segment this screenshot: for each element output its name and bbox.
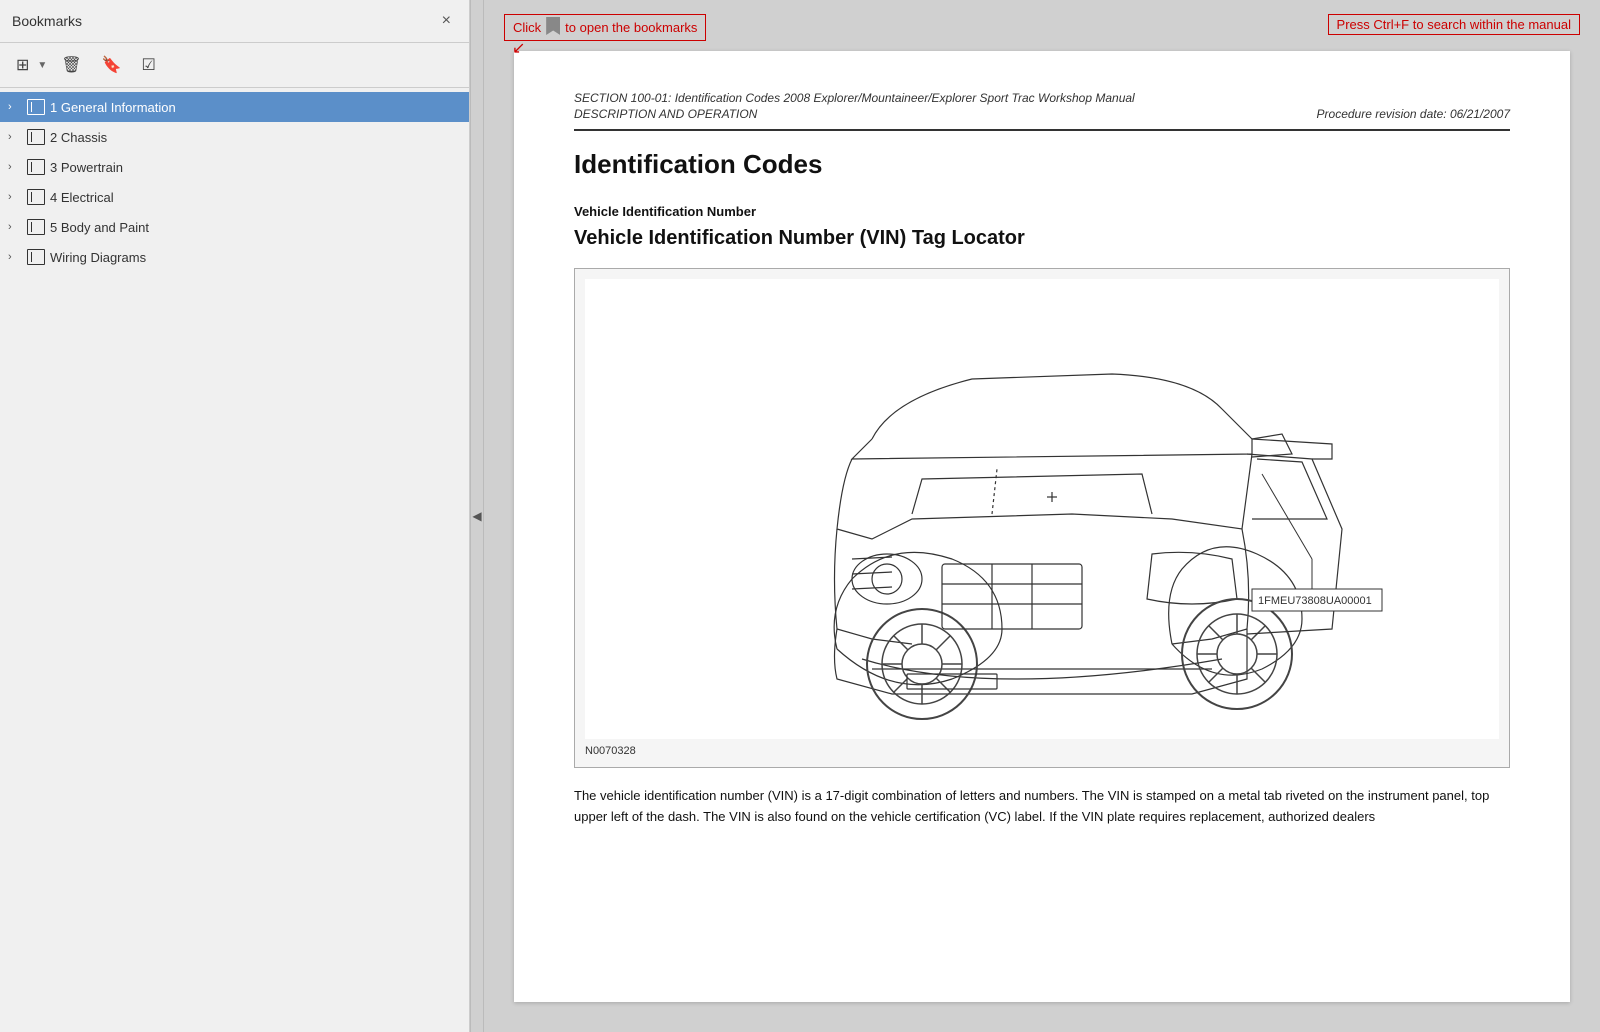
delete-bookmark-button[interactable]: 🗑 [55, 51, 87, 79]
document-title: Identification Codes [574, 149, 1510, 180]
bookmark-icon [546, 17, 560, 38]
sidebar-close-button[interactable]: × [436, 10, 457, 32]
sidebar-item-label: Wiring Diagrams [50, 250, 459, 265]
dropdown-arrow-icon: ▼ [37, 60, 47, 71]
document-page: SECTION 100-01: Identification Codes 200… [514, 51, 1570, 1002]
expand-arrow-icon: › [8, 191, 22, 203]
sidebar-toolbar: ⊞ ▼ 🗑 🔖 ☑ [0, 43, 469, 88]
book-icon [26, 129, 46, 145]
expand-all-button[interactable]: ⊞ [10, 51, 35, 79]
body-text: The vehicle identification number (VIN) … [574, 786, 1510, 828]
svg-text:1FMEU73808UA00001: 1FMEU73808UA00001 [1258, 595, 1372, 607]
sidebar-item-2[interactable]: › 2 Chassis [0, 122, 469, 152]
figure-caption: N0070328 [585, 745, 1499, 757]
hint-suffix-text: to open the bookmarks [565, 20, 697, 35]
car-svg: 1FMEU73808UA00001 [692, 279, 1392, 739]
expand-arrow-icon: › [8, 221, 22, 233]
sidebar-item-label: 4 Electrical [50, 190, 459, 205]
expand-arrow-icon: › [8, 161, 22, 173]
hint-arrow-icon: ↙ [512, 41, 525, 57]
sidebar-item-4[interactable]: › 4 Electrical [0, 182, 469, 212]
book-icon [26, 219, 46, 235]
sidebar-title: Bookmarks [12, 13, 82, 29]
sidebar-item-label: 1 General Information [50, 100, 459, 115]
book-icon [26, 189, 46, 205]
book-icon [26, 249, 46, 265]
hint-click-text: Click [513, 20, 541, 35]
vehicle-id-label: Vehicle Identification Number [574, 204, 1510, 219]
sidebar-tree: › 1 General Information › 2 Chassis › 3 Power… [0, 88, 469, 1032]
section-divider [574, 129, 1510, 131]
vin-diagram: 1FMEU73808UA00001 N0070328 [574, 268, 1510, 768]
sidebar-item-6[interactable]: › Wiring Diagrams [0, 242, 469, 272]
main-content: Click to open the bookmarks ↙ Press Ctrl… [484, 0, 1600, 1032]
sidebar-header: Bookmarks × [0, 0, 469, 43]
expand-arrow-icon: › [8, 131, 22, 143]
sidebar-item-5[interactable]: › 5 Body and Paint [0, 212, 469, 242]
sidebar-item-label: 3 Powertrain [50, 160, 459, 175]
add-bookmark-button[interactable]: 🔖 [96, 51, 128, 79]
collapse-handle[interactable]: ◀ [470, 0, 484, 1032]
open-bookmarks-hint: Click to open the bookmarks [504, 14, 706, 41]
collapse-arrow-icon: ◀ [472, 509, 481, 523]
search-hint-text: Press Ctrl+F to search within the manual [1337, 17, 1571, 32]
car-illustration: 1FMEU73808UA00001 [585, 279, 1499, 739]
section-header: SECTION 100-01: Identification Codes 200… [574, 91, 1510, 105]
section-title: Vehicle Identification Number (VIN) Tag … [574, 227, 1510, 250]
section-sub: DESCRIPTION AND OPERATION Procedure revi… [574, 107, 1510, 121]
sidebar-item-label: 5 Body and Paint [50, 220, 459, 235]
bookmark-options-button[interactable]: ☑ [136, 51, 162, 79]
search-hint: Press Ctrl+F to search within the manual [1328, 14, 1580, 35]
section-sub-right: Procedure revision date: 06/21/2007 [1317, 107, 1510, 121]
sidebar-item-label: 2 Chassis [50, 130, 459, 145]
expand-arrow-icon: › [8, 101, 22, 113]
expand-arrow-icon: › [8, 251, 22, 263]
expand-collapse-dropdown[interactable]: ⊞ ▼ [10, 51, 47, 79]
book-icon [26, 99, 46, 115]
sidebar: Bookmarks × ⊞ ▼ 🗑 🔖 ☑ › 1 General Informa… [0, 0, 470, 1032]
sidebar-item-1[interactable]: › 1 General Information [0, 92, 469, 122]
sidebar-item-3[interactable]: › 3 Powertrain [0, 152, 469, 182]
section-sub-left: DESCRIPTION AND OPERATION [574, 107, 757, 121]
top-bar: Click to open the bookmarks ↙ Press Ctrl… [484, 0, 1600, 51]
book-icon [26, 159, 46, 175]
